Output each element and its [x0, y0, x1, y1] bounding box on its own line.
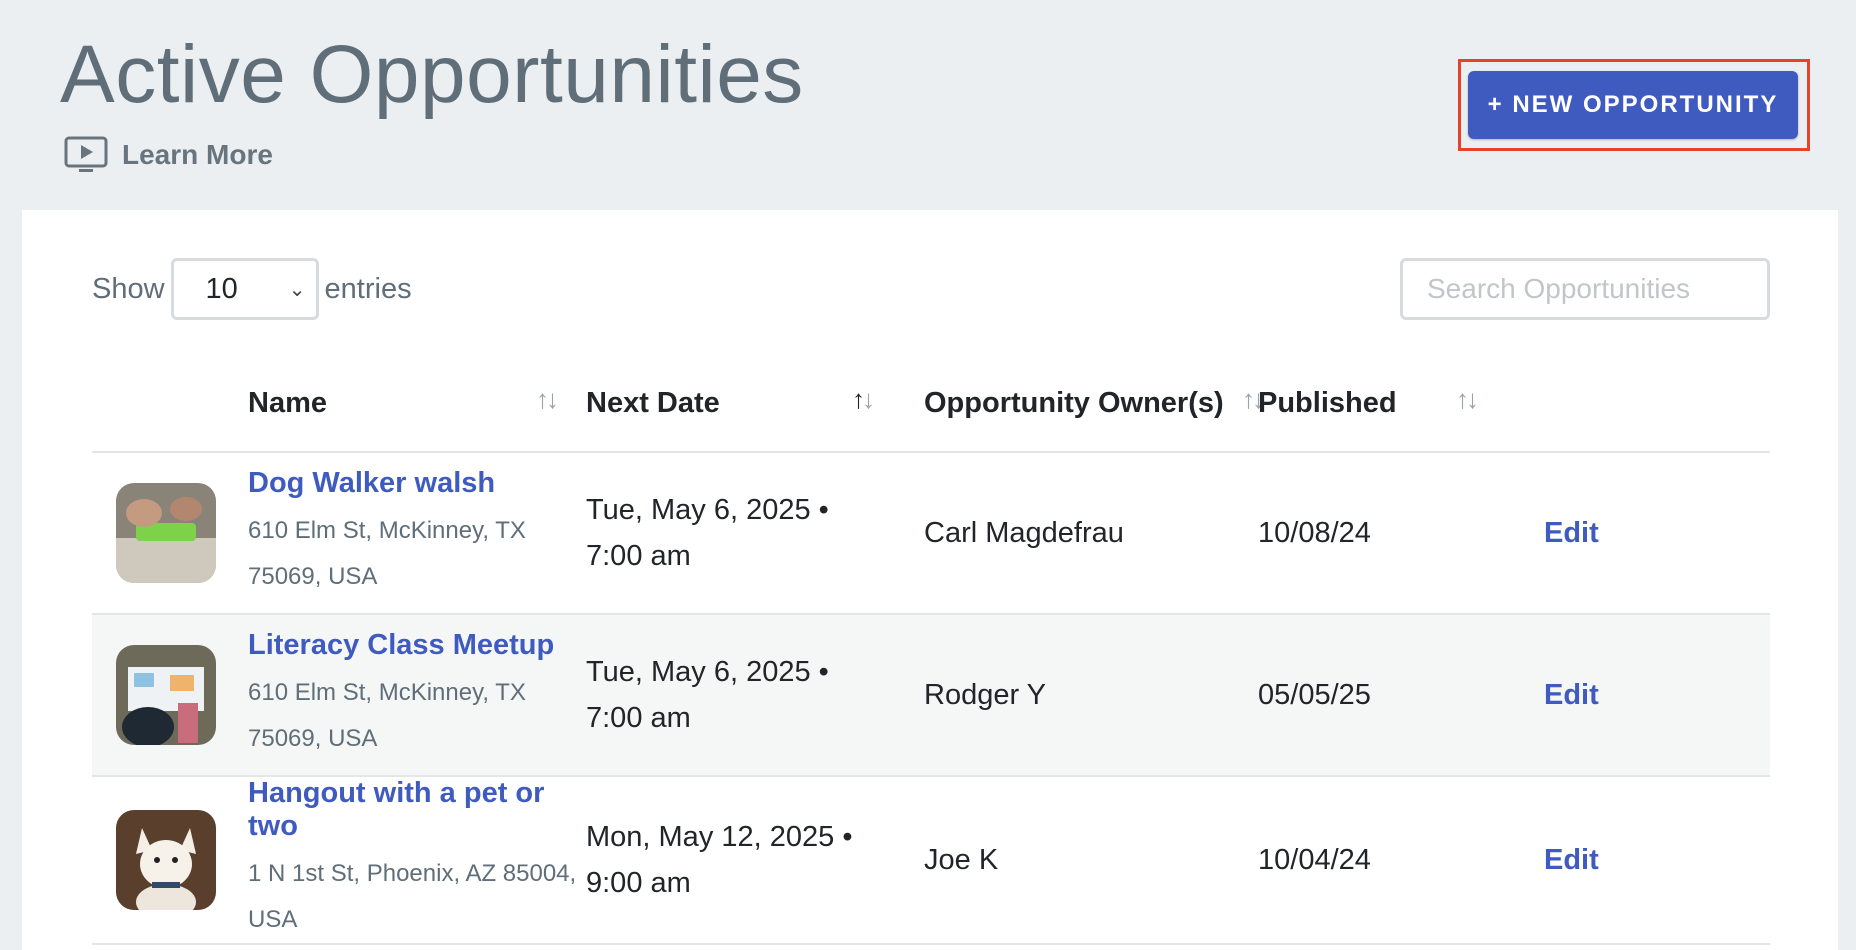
opportunity-thumbnail [116, 810, 216, 910]
sort-icon[interactable]: ↑↓ [536, 384, 559, 415]
opportunity-name-link[interactable]: Dog Walker walsh [248, 467, 586, 500]
sort-ascending-icon[interactable]: ↑↓ [852, 384, 875, 415]
column-header-published[interactable]: Published ↑↓ [1258, 356, 1522, 453]
column-header-name[interactable]: Name ↑↓ [248, 356, 586, 453]
opportunity-thumbnail [116, 483, 216, 583]
next-date-cell: Tue, May 6, 2025 • 7:00 am [586, 452, 924, 615]
table-row: Hangout with a pet or two 1 N 1st St, Ph… [92, 776, 1770, 945]
address-line: 75069, USA [248, 724, 378, 752]
entries-control: Show 10 ⌄ entries [92, 258, 412, 320]
opportunity-thumbnail [116, 645, 216, 745]
column-header-next-date[interactable]: Next Date ↑↓ [586, 356, 924, 453]
owner-cell: Joe K [924, 776, 1258, 945]
new-opportunity-highlight: + NEW OPPORTUNITY [1458, 59, 1810, 151]
actions-cell: Edit [1522, 614, 1770, 777]
opportunities-panel: Show 10 ⌄ entries Name ↑↓ Next Da [22, 210, 1838, 950]
entries-value: 10 [205, 272, 238, 305]
page-header: Active Opportunities Learn More + NEW OP… [0, 0, 1856, 208]
published-cell: 10/04/24 [1258, 776, 1522, 945]
owner-cell: Rodger Y [924, 614, 1258, 777]
next-date-cell: Tue, May 6, 2025 • 7:00 am [586, 614, 924, 777]
edit-link[interactable]: Edit [1544, 844, 1599, 877]
edit-link[interactable]: Edit [1544, 517, 1599, 550]
next-date-cell: Mon, May 12, 2025 • 9:00 am [586, 776, 924, 945]
show-label: Show [92, 272, 165, 305]
column-header-owner[interactable]: Opportunity Owner(s) ↑↓ [924, 356, 1265, 453]
actions-cell: Edit [1522, 776, 1770, 945]
learn-more-link[interactable]: Learn More [64, 136, 273, 174]
entries-select[interactable]: 10 ⌄ [170, 258, 319, 320]
learn-more-label: Learn More [122, 139, 273, 170]
address-line: 75069, USA [248, 562, 378, 590]
published-cell: 10/08/24 [1258, 452, 1522, 615]
address-line: 610 Elm St, McKinney, TX [248, 516, 526, 544]
new-opportunity-button[interactable]: + NEW OPPORTUNITY [1468, 71, 1798, 139]
address-line: USA [248, 906, 298, 933]
actions-column-header [1522, 356, 1770, 453]
address-line: 1 N 1st St, Phoenix, AZ 85004, [248, 860, 577, 887]
edit-link[interactable]: Edit [1544, 679, 1599, 712]
entries-label: entries [324, 272, 412, 305]
search-input[interactable] [1400, 258, 1770, 320]
published-cell: 05/05/25 [1258, 614, 1522, 777]
sort-icon[interactable]: ↑↓ [1456, 384, 1479, 415]
video-play-icon [64, 136, 108, 172]
opportunity-name-link[interactable]: Literacy Class Meetup [248, 629, 586, 662]
thumbnail-column-header [92, 356, 248, 453]
name-cell: Literacy Class Meetup 610 Elm St, McKinn… [248, 614, 586, 777]
actions-cell: Edit [1522, 452, 1770, 615]
name-cell: Dog Walker walsh 610 Elm St, McKinney, T… [248, 452, 586, 615]
opportunities-table: Name ↑↓ Next Date ↑↓ Opportunity Owner(s… [92, 356, 1770, 945]
name-cell: Hangout with a pet or two 1 N 1st St, Ph… [248, 776, 586, 945]
thumbnail-cell [92, 452, 248, 615]
page-title: Active Opportunities [60, 29, 804, 120]
address-line: 610 Elm St, McKinney, TX [248, 678, 526, 706]
table-row: Literacy Class Meetup 610 Elm St, McKinn… [92, 614, 1770, 777]
opportunity-name-link[interactable]: Hangout with a pet or two [248, 777, 586, 843]
owner-cell: Carl Magdefrau [924, 452, 1258, 615]
table-row: Dog Walker walsh 610 Elm St, McKinney, T… [92, 452, 1770, 615]
chevron-down-icon: ⌄ [288, 278, 306, 301]
thumbnail-cell [92, 614, 248, 777]
thumbnail-cell [92, 776, 248, 945]
table-header-row: Name ↑↓ Next Date ↑↓ Opportunity Owner(s… [92, 356, 1770, 453]
